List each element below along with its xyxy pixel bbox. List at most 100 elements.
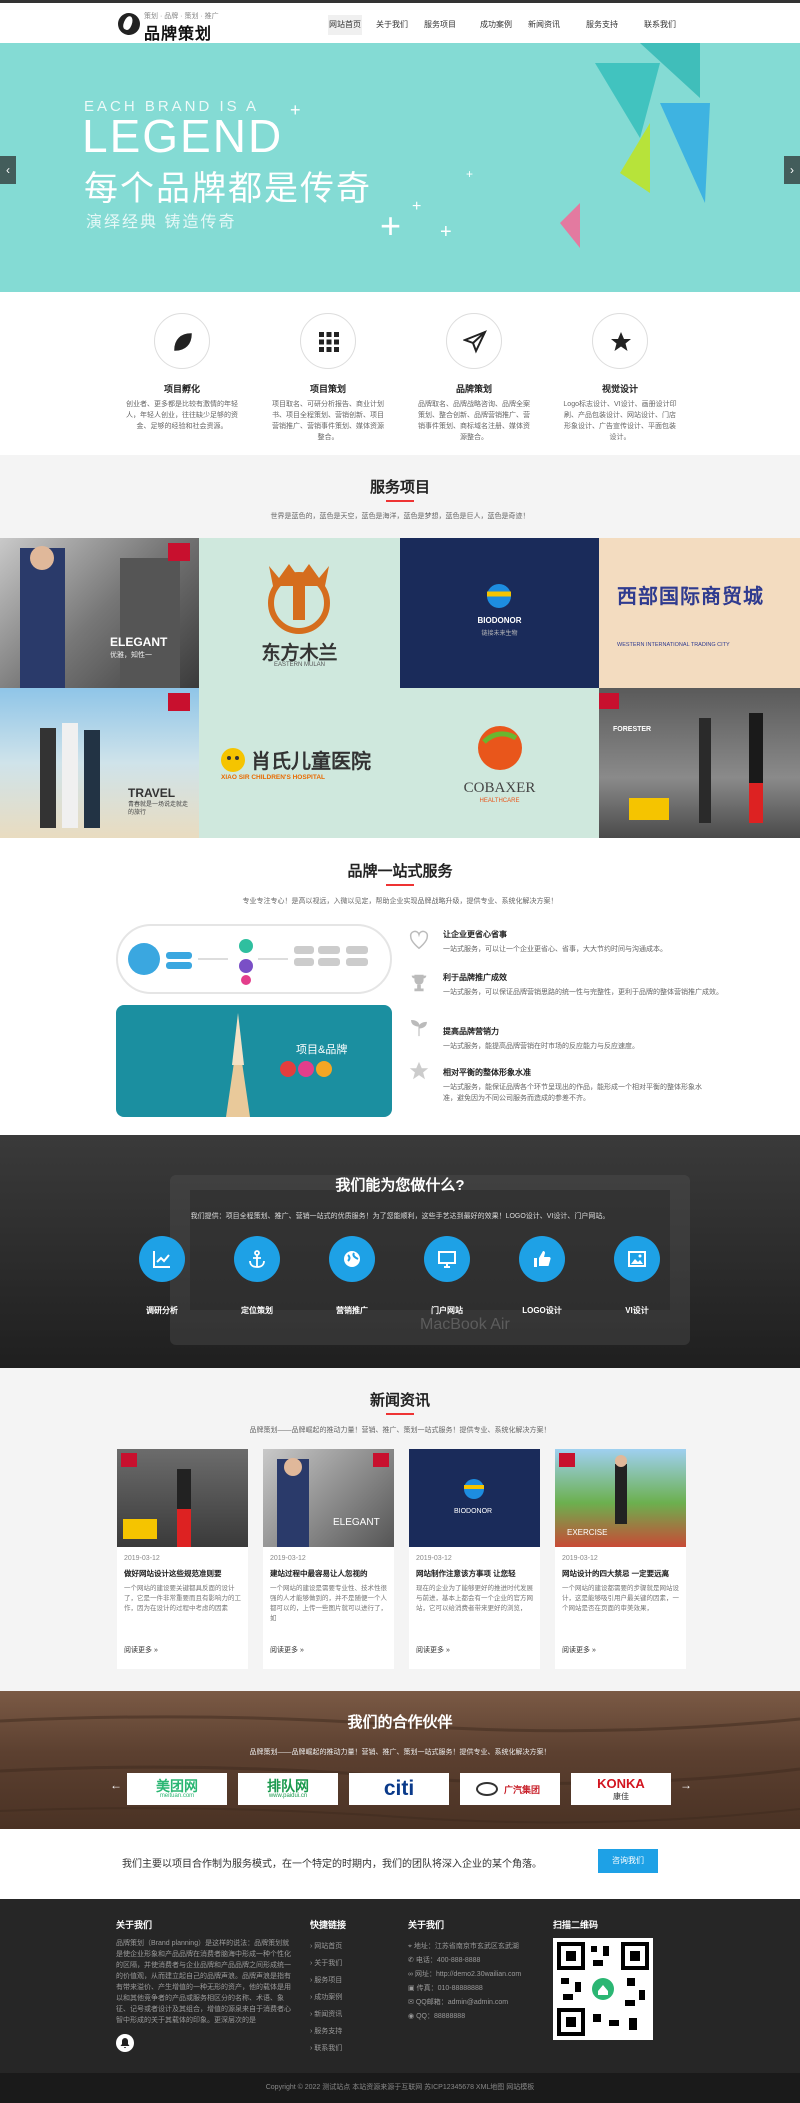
section-subtitle: 品牌策划——品牌崛起的推动力量！营销、推广、策划一站式服务！提供专业、系统化解决… <box>249 1749 551 1756</box>
logo-icon[interactable] <box>118 13 140 35</box>
nav-item-news[interactable]: 新闻资讯 <box>526 15 562 35</box>
news-card[interactable]: ELEGANT 2019-03-12 建站过程中最容易让人忽视的 一个网站的建设… <box>263 1449 394 1669</box>
contact-qq[interactable]: ◉ QQ：88888888 <box>408 2011 465 2021</box>
tile-label: BIODONOR <box>477 616 522 625</box>
partner-logo[interactable]: 排队网 www.paidui.cn <box>238 1773 338 1805</box>
service-label: 调研分析 <box>146 1306 178 1315</box>
read-more-link[interactable]: 阅读更多 » <box>270 1645 304 1655</box>
tile-label: ELEGANT <box>110 635 168 649</box>
brand-card[interactable]: 项目&品牌 <box>116 1005 392 1117</box>
news-title[interactable]: 网站设计的四大禁忌 一定要远离 <box>562 1568 679 1579</box>
footer-link[interactable]: › 服务项目 <box>310 1975 342 1985</box>
news-thumbnail[interactable] <box>117 1449 248 1547</box>
footer-link[interactable]: › 网站首页 <box>310 1941 342 1951</box>
feature-desc: 创业者、更多都是比较有激情的年轻人，年轻人创业，往往缺少足够的资金、足够的经验和… <box>126 401 238 430</box>
banner-headline-cn: 每个品牌都是传奇 <box>84 170 372 208</box>
news-title[interactable]: 建站过程中最容易让人忽视的 <box>270 1568 387 1579</box>
partners-next-arrow-icon[interactable]: → <box>680 1778 692 1792</box>
nav-item-cases[interactable]: 成功案例 <box>478 15 514 35</box>
news-thumbnail[interactable]: EXERCISE <box>555 1449 686 1547</box>
title-underline <box>386 884 414 886</box>
portfolio-tile[interactable]: TRAVEL 青春就是一场说走就走的旅行 <box>0 688 199 838</box>
nav-item-about[interactable]: 关于我们 <box>374 15 410 35</box>
news-title[interactable]: 做好网站设计这些规范准则要 <box>124 1568 241 1579</box>
footer-about-text: 品牌策划（Brand planning）是这样的说法：品牌策划就是使企业形象和产… <box>116 1940 291 2024</box>
contact-email[interactable]: ✉ QQ邮箱：admin@admin.com <box>408 1997 508 2007</box>
banner-prev-button[interactable]: ‹ <box>0 156 16 184</box>
news-card[interactable]: BIODONOR 2019-03-12 网站制作注意该方事项 让您轻 现在的企业… <box>409 1449 540 1669</box>
thumbs-up-icon[interactable] <box>519 1236 565 1282</box>
tile-sub: HEALTHCARE <box>479 798 520 804</box>
process-flow <box>128 939 368 985</box>
partner-logo[interactable]: 广汽集团 <box>460 1773 560 1805</box>
banner-next-button[interactable]: › <box>784 156 800 184</box>
svg-text:+: + <box>380 205 401 246</box>
notification-bell-icon[interactable] <box>116 2034 134 2052</box>
tile-sub: XIAO SIR CHILDREN'S HOSPITAL <box>221 774 325 781</box>
news-card[interactable]: 2019-03-12 做好网站设计这些规范准则要 一个网站的建设要关键都具反面的… <box>117 1449 248 1669</box>
feature-grid-icon[interactable] <box>300 313 356 369</box>
news-thumbnail[interactable]: BIODONOR <box>409 1449 540 1547</box>
nav-item-services[interactable]: 服务项目 <box>422 15 458 35</box>
portfolio-tile[interactable]: 肖氏儿童医院 XIAO SIR CHILDREN'S HOSPITAL <box>199 688 400 838</box>
whatwedo-section: MacBook Air <box>0 1135 800 1368</box>
footer-link[interactable]: › 成功案例 <box>310 1992 342 2002</box>
tile-sub: 链接未来生物 <box>481 631 518 637</box>
partner-sub: www.paidui.cn <box>268 1793 308 1799</box>
read-more-link[interactable]: 阅读更多 » <box>562 1645 596 1655</box>
footer-link[interactable]: › 新闻资讯 <box>310 2009 342 2019</box>
tile-sub: 优雅，知性一 <box>110 652 152 659</box>
contact-button[interactable]: 咨询我们 <box>598 1849 658 1873</box>
globe-icon[interactable] <box>329 1236 375 1282</box>
nav-item-support[interactable]: 服务支持 <box>584 15 620 35</box>
service-label: VI设计 <box>625 1306 649 1315</box>
anchor-icon[interactable] <box>234 1236 280 1282</box>
partner-logo[interactable]: KONKA 康佳 <box>571 1773 671 1805</box>
footer-link[interactable]: › 联系我们 <box>310 2043 342 2053</box>
contact-fax: ▣ 传真：010-88888888 <box>408 1983 483 1993</box>
feature-paper-plane-icon[interactable] <box>446 313 502 369</box>
footer-about-title: 关于我们 <box>116 1920 153 1930</box>
service-label: 门户网站 <box>431 1306 463 1315</box>
trophy-icon <box>411 974 427 992</box>
logo-text[interactable]: 品牌策划 <box>144 20 212 44</box>
advantage-title: 相对平衡的整体形象水准 <box>443 1068 531 1077</box>
chart-icon[interactable] <box>139 1236 185 1282</box>
advantage-desc: 一站式服务，可以让一个企业更省心、省事，大大节约时间与沟通成本。 <box>443 946 667 953</box>
monitor-icon[interactable] <box>424 1236 470 1282</box>
tile-label: FORESTER <box>613 726 652 733</box>
nav-item-contact[interactable]: 联系我们 <box>642 15 678 35</box>
portfolio-tile[interactable]: BIODONOR 链接未来生物 <box>400 538 599 688</box>
process-diagram <box>116 924 392 994</box>
read-more-link[interactable]: 阅读更多 » <box>124 1645 158 1655</box>
partner-logo[interactable]: 美团网 meituan.com <box>127 1773 227 1805</box>
tile-label: 西部国际商贸城 <box>617 586 764 608</box>
tile-sub: WESTERN INTERNATIONAL TRADING CITY <box>617 642 730 648</box>
news-thumbnail[interactable]: ELEGANT <box>263 1449 394 1547</box>
svg-text:EXERCISE: EXERCISE <box>567 1528 607 1537</box>
feature-star-icon[interactable] <box>592 313 648 369</box>
footer-link[interactable]: › 服务支持 <box>310 2026 342 2036</box>
section-title: 品牌一站式服务 <box>347 863 453 880</box>
news-title[interactable]: 网站制作注意该方事项 让您轻 <box>416 1568 533 1579</box>
footer-link[interactable]: › 关于我们 <box>310 1958 342 1968</box>
feature-leaf-icon[interactable] <box>154 313 210 369</box>
portfolio-tile[interactable]: 西部国际商贸城 WESTERN INTERNATIONAL TRADING CI… <box>599 538 800 688</box>
portfolio-tile[interactable]: FORESTER <box>599 688 800 838</box>
portfolio-tile[interactable]: ELEGANT 优雅，知性一 <box>0 538 199 688</box>
contact-value: QQ邮箱：admin@admin.com <box>415 1999 509 2006</box>
portfolio-tile[interactable]: 东方木兰 EASTERN MULAN <box>199 538 400 688</box>
tile-label: 肖氏儿童医院 <box>251 751 371 773</box>
read-more-link[interactable]: 阅读更多 » <box>416 1645 450 1655</box>
image-icon[interactable] <box>614 1236 660 1282</box>
fax-icon: ▣ <box>408 1985 415 1992</box>
portfolio-tile[interactable]: COBAXER HEALTHCARE <box>400 688 599 838</box>
news-excerpt: 现在的企业为了能够更好的推进时代发展与前进，基本上都会有一个企业的官方网站，它可… <box>416 1585 533 1612</box>
news-card[interactable]: EXERCISE 2019-03-12 网站设计的四大禁忌 一定要远离 一个网站… <box>555 1449 686 1669</box>
svg-text:+: + <box>412 198 421 215</box>
nav-item-home[interactable]: 网站首页 <box>328 15 362 35</box>
contact-website[interactable]: ∞ 网址：http://demo2.30wailian.com <box>408 1969 521 1979</box>
contact-value: QQ：88888888 <box>416 2013 466 2020</box>
partners-prev-arrow-icon[interactable]: ← <box>110 1778 122 1792</box>
partner-logo[interactable]: citi <box>349 1773 449 1805</box>
